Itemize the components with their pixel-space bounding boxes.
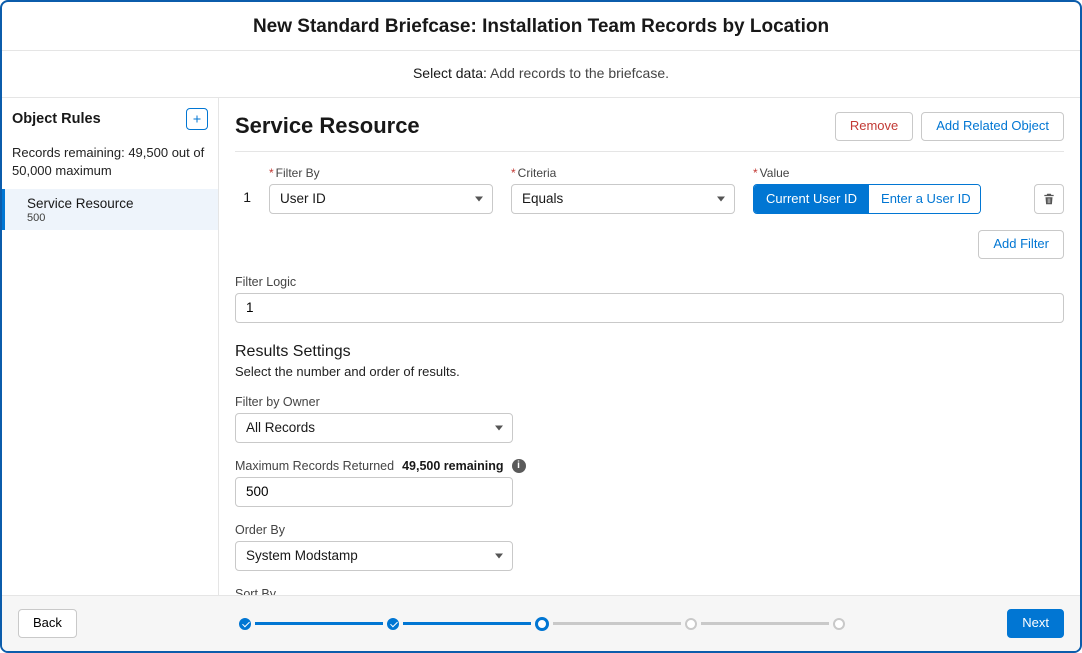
modal-footer: Back Next — [2, 595, 1080, 651]
briefcase-modal: New Standard Briefcase: Installation Tea… — [0, 0, 1082, 653]
max-records-row: Maximum Records Returned 49,500 remainin… — [235, 459, 1064, 473]
modal-body: Object Rules Records remaining: 49,500 o… — [2, 98, 1080, 595]
trash-icon — [1042, 192, 1056, 206]
max-records-remaining: 49,500 remaining — [402, 459, 503, 473]
order-by-select[interactable]: System Modstamp — [235, 541, 513, 571]
main-title: Service Resource — [235, 113, 420, 139]
progress-step-5 — [833, 618, 845, 630]
filter-by-owner-label: Filter by Owner — [235, 395, 1064, 409]
main-panel: Service Resource Remove Add Related Obje… — [219, 98, 1080, 595]
progress-bar-1 — [255, 622, 383, 625]
progress-step-3 — [535, 617, 549, 631]
criteria-label: Criteria — [511, 166, 735, 180]
filter-by-value: User ID — [280, 191, 326, 206]
modal-subheader: Select data: Add records to the briefcas… — [2, 51, 1080, 98]
sidebar-title: Object Rules — [12, 111, 101, 127]
next-button[interactable]: Next — [1007, 609, 1064, 638]
modal-header: New Standard Briefcase: Installation Tea… — [2, 2, 1080, 51]
sidebar-item-count: 500 — [27, 212, 208, 224]
subheader-text: Add records to the briefcase. — [490, 65, 669, 81]
add-object-rule-button[interactable] — [186, 108, 208, 130]
main-header-actions: Remove Add Related Object — [835, 112, 1064, 141]
sidebar-item-service-resource[interactable]: Service Resource 500 — [2, 189, 218, 230]
delete-filter-button[interactable] — [1034, 184, 1064, 214]
progress-bar-3 — [553, 622, 681, 625]
filter-logic-label: Filter Logic — [235, 275, 1064, 289]
filter-row-index: 1 — [235, 189, 251, 205]
add-related-object-button[interactable]: Add Related Object — [921, 112, 1064, 141]
criteria-select[interactable]: Equals — [511, 184, 735, 214]
criteria-value: Equals — [522, 191, 563, 206]
info-icon[interactable]: i — [512, 459, 526, 473]
remove-button[interactable]: Remove — [835, 112, 913, 141]
add-filter-button[interactable]: Add Filter — [978, 230, 1064, 259]
max-records-label: Maximum Records Returned — [235, 459, 394, 473]
subheader-prefix: Select data: — [413, 65, 487, 81]
filter-by-select[interactable]: User ID — [269, 184, 493, 214]
filter-by-owner-value: All Records — [246, 420, 315, 435]
value-toggle: Current User ID Enter a User ID — [753, 184, 981, 214]
progress-bar-4 — [701, 622, 829, 625]
value-label: Value — [753, 166, 981, 180]
value-toggle-enter-user[interactable]: Enter a User ID — [869, 185, 981, 213]
progress-indicator — [77, 617, 1007, 631]
modal-title: New Standard Briefcase: Installation Tea… — [2, 16, 1080, 38]
value-column: Value Current User ID Enter a User ID — [753, 166, 981, 214]
results-settings-subtitle: Select the number and order of results. — [235, 364, 1064, 379]
progress-bar-2 — [403, 622, 531, 625]
add-filter-row: Add Filter — [235, 230, 1064, 259]
order-by-label: Order By — [235, 523, 1064, 537]
sort-by-label: Sort By — [235, 587, 1064, 595]
sidebar-item-label: Service Resource — [27, 196, 208, 211]
object-rules-sidebar: Object Rules Records remaining: 49,500 o… — [2, 98, 219, 595]
progress-step-4 — [685, 618, 697, 630]
value-toggle-current-user[interactable]: Current User ID — [754, 185, 869, 213]
filter-by-owner-select[interactable]: All Records — [235, 413, 513, 443]
criteria-column: Criteria Equals — [511, 166, 735, 214]
back-button[interactable]: Back — [18, 609, 77, 638]
results-settings-title: Results Settings — [235, 343, 1064, 361]
order-by-value: System Modstamp — [246, 548, 358, 563]
progress-step-1 — [239, 618, 251, 630]
main-header: Service Resource Remove Add Related Obje… — [235, 112, 1064, 152]
filter-row: 1 Filter By User ID Criteria Equals Valu… — [235, 166, 1064, 214]
filter-by-label: Filter By — [269, 166, 493, 180]
plus-icon — [191, 113, 203, 125]
progress-step-2 — [387, 618, 399, 630]
filter-logic-input[interactable] — [235, 293, 1064, 323]
filter-by-column: Filter By User ID — [269, 166, 493, 214]
sidebar-header: Object Rules — [2, 98, 218, 138]
records-remaining-text: Records remaining: 49,500 out of 50,000 … — [2, 138, 218, 189]
max-records-input[interactable] — [235, 477, 513, 507]
